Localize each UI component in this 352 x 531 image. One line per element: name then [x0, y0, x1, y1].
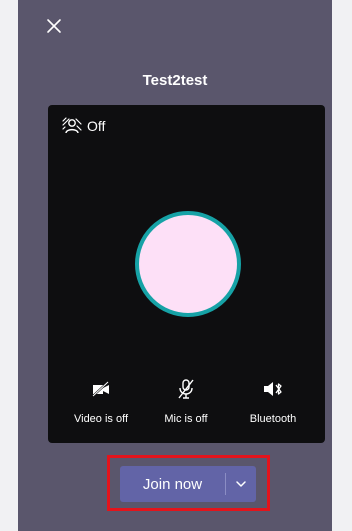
bluetooth-speaker-icon [264, 382, 282, 396]
join-now-button[interactable]: Join now [120, 466, 225, 502]
close-icon [47, 19, 61, 33]
join-button-group: Join now [120, 466, 256, 502]
audio-device-label: Bluetooth [249, 413, 297, 425]
prejoin-screen: Test2test Off Video is off Mic is off Bl… [18, 0, 332, 531]
background-effects-icon [62, 117, 82, 134]
chevron-down-icon [236, 481, 246, 487]
device-controls: Video is off Mic is off Bluetooth [48, 377, 325, 437]
video-toggle-label: Video is off [73, 413, 129, 425]
join-options-button[interactable] [226, 466, 256, 502]
video-toggle[interactable]: Video is off [56, 377, 146, 425]
mic-toggle[interactable]: Mic is off [141, 377, 231, 425]
video-off-icon [92, 381, 109, 397]
mic-toggle-label: Mic is off [164, 413, 208, 425]
audio-device-toggle[interactable]: Bluetooth [228, 377, 318, 425]
close-button[interactable] [42, 14, 66, 38]
meeting-title: Test2test [142, 72, 208, 89]
video-preview: Off Video is off Mic is off Bluetooth [48, 105, 325, 443]
avatar [135, 211, 241, 317]
background-effects-label: Off [87, 118, 106, 134]
mic-off-icon [178, 379, 194, 399]
background-effects-toggle[interactable]: Off [62, 117, 105, 135]
